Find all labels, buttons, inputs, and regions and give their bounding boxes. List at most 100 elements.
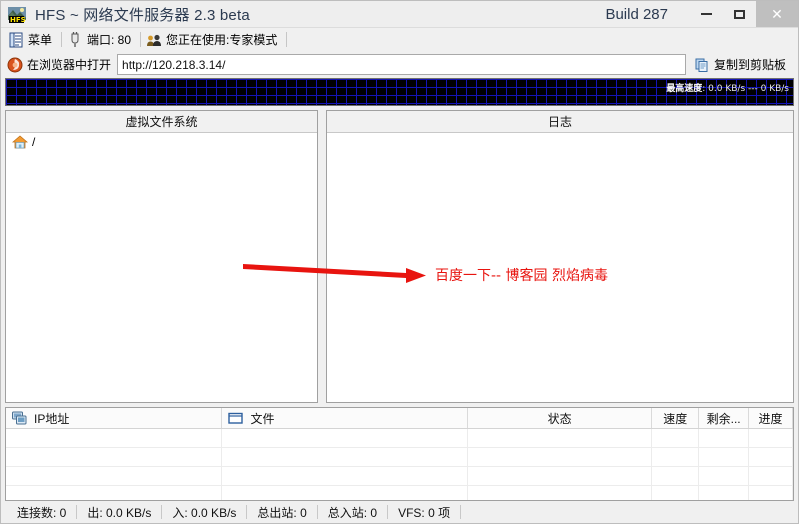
- svg-text:HFS: HFS: [10, 16, 26, 24]
- table-cell: [468, 486, 653, 500]
- toolbar-separator-2: [140, 32, 142, 47]
- url-value: http://120.218.3.14/: [122, 57, 226, 72]
- connections-column-label: 文件: [250, 411, 275, 426]
- speed-graph-label: 最高速度: 0.0 KB/s --- 0 KB/s: [666, 81, 789, 94]
- home-icon: [11, 135, 29, 149]
- table-cell: [699, 429, 750, 447]
- vfs-tree[interactable]: /: [6, 133, 317, 402]
- connections-wrapper: IP地址 文件 状态 速度 剩余... 进度: [1, 403, 798, 501]
- connections-table-body[interactable]: [6, 429, 793, 500]
- speed-graph-label-value: : 0.0 KB/s --- 0 KB/s: [702, 84, 789, 94]
- close-icon: ✕: [771, 5, 783, 22]
- copy-to-clipboard-label: 复制到剪贴板: [713, 58, 786, 72]
- menu-button[interactable]: 菜单: [5, 29, 59, 50]
- open-in-browser-label: 在浏览器中打开: [27, 58, 112, 72]
- table-row[interactable]: [6, 467, 793, 486]
- vfs-panel-title: 虚拟文件系统: [6, 111, 317, 133]
- table-cell: [6, 467, 223, 485]
- open-in-browser-button[interactable]: 在浏览器中打开: [5, 54, 117, 76]
- log-content[interactable]: [327, 133, 793, 402]
- users-icon: [146, 32, 162, 48]
- vfs-tree-root-label: /: [32, 135, 36, 149]
- table-cell: [699, 467, 750, 485]
- table-cell: [222, 448, 468, 466]
- maximize-button[interactable]: [723, 1, 756, 27]
- port-button[interactable]: 端口: 80: [64, 29, 138, 50]
- port-label: 端口: 80: [87, 33, 132, 47]
- table-cell: [652, 486, 700, 500]
- speed-graph: 最高速度: 0.0 KB/s --- 0 KB/s: [5, 78, 794, 106]
- maximize-icon: [734, 9, 745, 19]
- speed-graph-label-prefix: 最高速度: [666, 84, 703, 94]
- table-cell: [468, 448, 653, 466]
- connections-column-label: 进度: [758, 411, 783, 426]
- connections-column-label: 状态: [547, 411, 572, 426]
- connections-table: IP地址 文件 状态 速度 剩余... 进度: [5, 407, 794, 501]
- connections-column-header[interactable]: 进度: [749, 408, 793, 428]
- url-bar: 在浏览器中打开 http://120.218.3.14/ 复制到剪贴板: [1, 51, 798, 78]
- status-bar-item: 连接数: 0: [17, 505, 67, 520]
- build-number: Build 287: [605, 5, 668, 23]
- status-bar-item: VFS: 0 项: [398, 505, 451, 520]
- table-cell: [699, 486, 750, 500]
- menu-label: 菜单: [28, 33, 53, 47]
- table-row[interactable]: [6, 429, 793, 448]
- clipboard-icon: [694, 57, 710, 73]
- copy-to-clipboard-button[interactable]: 复制到剪贴板: [689, 53, 794, 77]
- table-cell: [6, 486, 223, 500]
- table-cell: [222, 486, 468, 500]
- speed-graph-wrapper: 最高速度: 0.0 KB/s --- 0 KB/s: [1, 78, 798, 106]
- minimize-icon: [701, 13, 712, 15]
- computer-icon: [12, 411, 27, 425]
- log-panel: 日志: [326, 110, 794, 403]
- connections-column-header[interactable]: IP地址: [6, 408, 223, 428]
- toolbar-separator-3: [286, 32, 288, 47]
- table-cell: [222, 467, 468, 485]
- url-input[interactable]: http://120.218.3.14/: [117, 54, 686, 75]
- status-bar: 连接数: 0 出: 0.0 KB/s 入: 0.0 KB/s 总出站: 0 总入站: 0…: [1, 501, 798, 523]
- table-cell: [468, 429, 653, 447]
- close-button[interactable]: ✕: [756, 1, 798, 27]
- table-cell: [652, 467, 700, 485]
- table-row[interactable]: [6, 486, 793, 500]
- hfs-app-icon: HFS: [7, 4, 27, 24]
- table-cell: [749, 429, 793, 447]
- connections-column-label: 剩余...: [706, 411, 741, 426]
- expert-mode-button[interactable]: 您正在使用:专家模式: [143, 29, 284, 50]
- connections-column-header[interactable]: 状态: [468, 408, 653, 428]
- window-controls: ✕: [690, 1, 798, 27]
- title-bar: HFS HFS ~ 网络文件服务器 2.3 beta Build 287 ✕: [1, 1, 798, 27]
- connections-column-label: 速度: [663, 411, 688, 426]
- table-cell: [652, 448, 700, 466]
- browser-icon: [7, 57, 23, 73]
- connections-column-header[interactable]: 文件: [222, 408, 468, 428]
- status-bar-separator: [460, 505, 462, 519]
- vfs-panel: 虚拟文件系统 /: [5, 110, 318, 403]
- table-cell: [652, 429, 700, 447]
- connections-column-header[interactable]: 剩余...: [699, 408, 750, 428]
- minimize-button[interactable]: [690, 1, 723, 27]
- middle-panes: 虚拟文件系统 / 日志: [1, 106, 798, 403]
- hfs-main-window: HFS HFS ~ 网络文件服务器 2.3 beta Build 287 ✕ 菜…: [0, 0, 799, 524]
- table-cell: [222, 429, 468, 447]
- table-cell: [6, 448, 223, 466]
- main-toolbar: 菜单 端口: 80 您正在使用:专家模式: [1, 27, 798, 51]
- table-row[interactable]: [6, 448, 793, 467]
- log-panel-title: 日志: [327, 111, 793, 133]
- table-cell: [468, 467, 653, 485]
- pane-splitter[interactable]: [318, 110, 326, 403]
- table-cell: [749, 486, 793, 500]
- connections-table-header: IP地址 文件 状态 速度 剩余... 进度: [6, 408, 793, 429]
- connections-column-header[interactable]: 速度: [652, 408, 700, 428]
- status-bar-item: 总入站: 0: [327, 505, 378, 520]
- window-title: HFS ~ 网络文件服务器 2.3 beta: [35, 6, 250, 24]
- connections-column-label: IP地址: [34, 411, 70, 426]
- vfs-tree-root-item[interactable]: /: [6, 133, 317, 151]
- table-cell: [749, 448, 793, 466]
- table-cell: [6, 429, 223, 447]
- status-bar-item: 总出站: 0: [257, 505, 307, 520]
- toolbar-separator-1: [61, 32, 63, 47]
- menu-icon: [8, 32, 24, 48]
- status-bar-item: 出: 0.0 KB/s: [87, 505, 152, 520]
- table-cell: [749, 467, 793, 485]
